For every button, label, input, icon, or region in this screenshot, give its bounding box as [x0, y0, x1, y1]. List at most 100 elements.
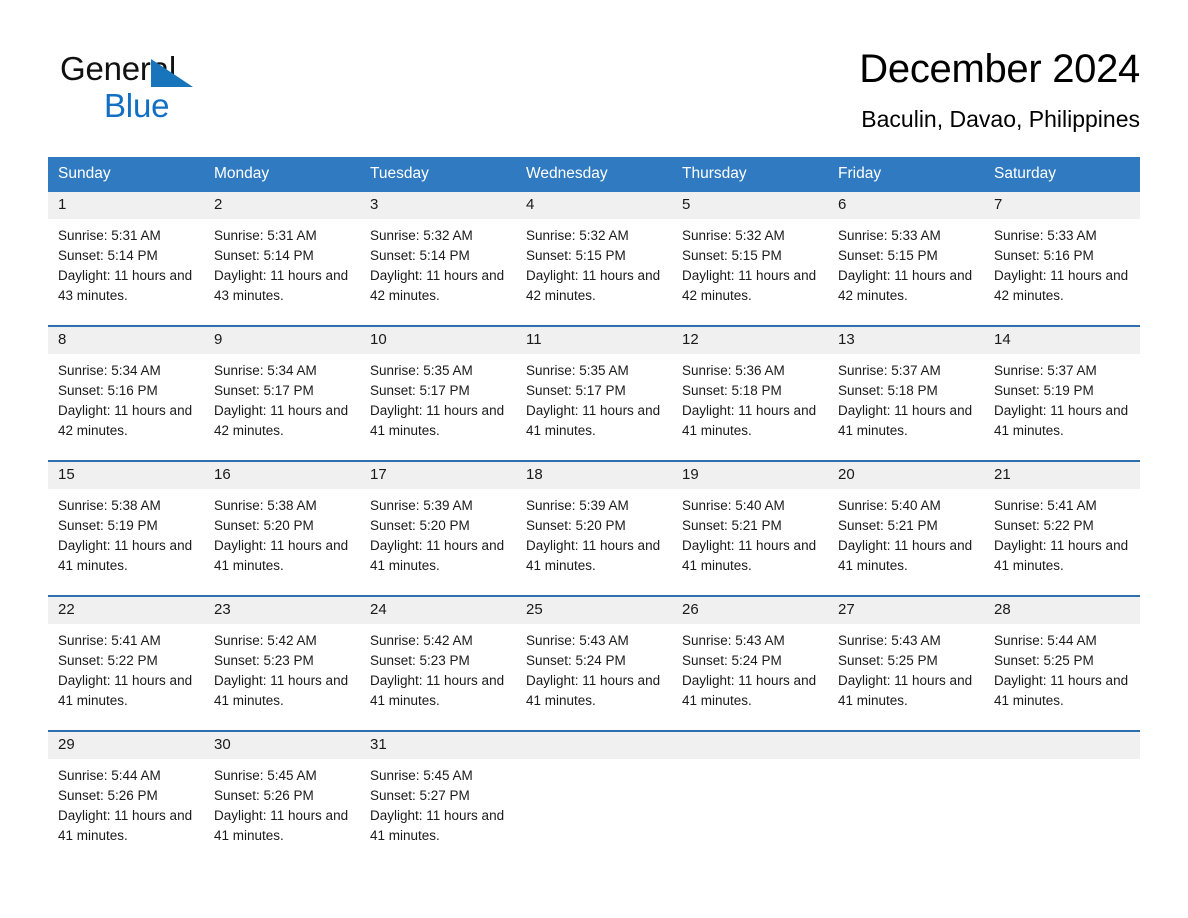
day-details: Sunrise: 5:34 AM Sunset: 5:17 PM Daylight:…	[204, 354, 360, 441]
calendar-day-cell[interactable]: 18 Sunrise: 5:39 AM Sunset: 5:20 PM Dayligh…	[516, 460, 672, 596]
weekday-header-wednesday: Wednesday	[516, 157, 672, 192]
day-details: Sunrise: 5:37 AM Sunset: 5:19 PM Daylight:…	[984, 354, 1140, 441]
calendar-day-cell[interactable]: 17 Sunrise: 5:39 AM Sunset: 5:20 PM Dayligh…	[360, 460, 516, 596]
day-number: 14	[984, 327, 1140, 354]
sunset-text: Sunset: 5:17 PM	[370, 383, 470, 398]
day-number: 21	[984, 462, 1140, 489]
sunrise-text: Sunrise: 5:40 AM	[682, 498, 785, 513]
day-number: 6	[828, 192, 984, 219]
calendar-page: General Blue December 2024 Baculin, Dava…	[0, 0, 1188, 918]
daylight-text: Daylight: 11 hours and 41 minutes.	[58, 808, 193, 843]
day-number: 28	[984, 597, 1140, 624]
day-number: 16	[204, 462, 360, 489]
day-details: Sunrise: 5:35 AM Sunset: 5:17 PM Daylight:…	[360, 354, 516, 441]
sunset-text: Sunset: 5:21 PM	[682, 518, 782, 533]
day-number: 1	[48, 192, 204, 219]
daylight-text: Daylight: 11 hours and 41 minutes.	[838, 673, 973, 708]
sunrise-text: Sunrise: 5:43 AM	[838, 633, 941, 648]
sunrise-text: Sunrise: 5:33 AM	[838, 228, 941, 243]
calendar-day-cell[interactable]: 8 Sunrise: 5:34 AM Sunset: 5:16 PM Daylight…	[48, 325, 204, 461]
calendar-day-cell[interactable]: 9 Sunrise: 5:34 AM Sunset: 5:17 PM Daylight…	[204, 325, 360, 461]
daylight-text: Daylight: 11 hours and 41 minutes.	[214, 808, 349, 843]
day-number: 23	[204, 597, 360, 624]
day-number: 11	[516, 327, 672, 354]
calendar-week-row: 8 Sunrise: 5:34 AM Sunset: 5:16 PM Daylight…	[48, 325, 1140, 461]
calendar-day-cell[interactable]: 7 Sunrise: 5:33 AM Sunset: 5:16 PM Daylight…	[984, 192, 1140, 326]
daylight-text: Daylight: 11 hours and 41 minutes.	[682, 538, 817, 573]
calendar-day-cell[interactable]: 10 Sunrise: 5:35 AM Sunset: 5:17 PM Dayligh…	[360, 325, 516, 461]
sunset-text: Sunset: 5:24 PM	[526, 653, 626, 668]
weekday-header-monday: Monday	[204, 157, 360, 192]
calendar-day-cell[interactable]: 1 Sunrise: 5:31 AM Sunset: 5:14 PM Daylight…	[48, 192, 204, 326]
sunset-text: Sunset: 5:26 PM	[58, 788, 158, 803]
daylight-text: Daylight: 11 hours and 41 minutes.	[994, 673, 1129, 708]
calendar-day-cell[interactable]: 16 Sunrise: 5:38 AM Sunset: 5:20 PM Dayligh…	[204, 460, 360, 596]
sunset-text: Sunset: 5:16 PM	[994, 248, 1094, 263]
day-details: Sunrise: 5:33 AM Sunset: 5:16 PM Daylight:…	[984, 219, 1140, 306]
daylight-text: Daylight: 11 hours and 41 minutes.	[526, 538, 661, 573]
sunset-text: Sunset: 5:27 PM	[370, 788, 470, 803]
calendar-day-cell[interactable]: 6 Sunrise: 5:33 AM Sunset: 5:15 PM Daylight…	[828, 192, 984, 326]
daylight-text: Daylight: 11 hours and 42 minutes.	[838, 268, 973, 303]
calendar-day-cell[interactable]: 15 Sunrise: 5:38 AM Sunset: 5:19 PM Dayligh…	[48, 460, 204, 596]
day-number: 19	[672, 462, 828, 489]
day-details: Sunrise: 5:43 AM Sunset: 5:24 PM Daylight:…	[516, 624, 672, 711]
day-number: 25	[516, 597, 672, 624]
sunrise-text: Sunrise: 5:43 AM	[526, 633, 629, 648]
daylight-text: Daylight: 11 hours and 41 minutes.	[58, 673, 193, 708]
calendar-day-cell[interactable]: 4 Sunrise: 5:32 AM Sunset: 5:15 PM Daylight…	[516, 192, 672, 326]
calendar-day-cell[interactable]: 29 Sunrise: 5:44 AM Sunset: 5:26 PM Dayligh…	[48, 730, 204, 865]
calendar-day-cell[interactable]: 2 Sunrise: 5:31 AM Sunset: 5:14 PM Daylight…	[204, 192, 360, 326]
calendar-day-cell[interactable]: 26 Sunrise: 5:43 AM Sunset: 5:24 PM Dayligh…	[672, 595, 828, 731]
sunrise-text: Sunrise: 5:37 AM	[994, 363, 1097, 378]
calendar-day-cell[interactable]: 30 Sunrise: 5:45 AM Sunset: 5:26 PM Dayligh…	[204, 730, 360, 865]
day-details	[672, 759, 828, 766]
calendar-day-cell[interactable]: 22 Sunrise: 5:41 AM Sunset: 5:22 PM Dayligh…	[48, 595, 204, 731]
sunset-text: Sunset: 5:23 PM	[370, 653, 470, 668]
calendar-day-cell[interactable]: 11 Sunrise: 5:35 AM Sunset: 5:17 PM Dayligh…	[516, 325, 672, 461]
weekday-header-tuesday: Tuesday	[360, 157, 516, 192]
calendar-day-cell[interactable]: 23 Sunrise: 5:42 AM Sunset: 5:23 PM Dayligh…	[204, 595, 360, 731]
day-number: 3	[360, 192, 516, 219]
sunset-text: Sunset: 5:26 PM	[214, 788, 314, 803]
calendar-day-cell[interactable]: 12 Sunrise: 5:36 AM Sunset: 5:18 PM Dayligh…	[672, 325, 828, 461]
day-details	[828, 759, 984, 766]
sunrise-text: Sunrise: 5:40 AM	[838, 498, 941, 513]
calendar-day-cell[interactable]: 25 Sunrise: 5:43 AM Sunset: 5:24 PM Dayligh…	[516, 595, 672, 731]
calendar-day-cell[interactable]: 19 Sunrise: 5:40 AM Sunset: 5:21 PM Dayligh…	[672, 460, 828, 596]
day-details: Sunrise: 5:38 AM Sunset: 5:20 PM Daylight:…	[204, 489, 360, 576]
calendar-day-cell-empty	[828, 730, 984, 865]
calendar-day-cell[interactable]: 14 Sunrise: 5:37 AM Sunset: 5:19 PM Dayligh…	[984, 325, 1140, 461]
calendar-header-row: Sunday Monday Tuesday Wednesday Thursday…	[48, 157, 1140, 192]
calendar-week-row: 29 Sunrise: 5:44 AM Sunset: 5:26 PM Dayligh…	[48, 730, 1140, 865]
sunrise-text: Sunrise: 5:38 AM	[214, 498, 317, 513]
day-number: 13	[828, 327, 984, 354]
weekday-header-friday: Friday	[828, 157, 984, 192]
calendar-day-cell[interactable]: 21 Sunrise: 5:41 AM Sunset: 5:22 PM Dayligh…	[984, 460, 1140, 596]
day-details: Sunrise: 5:35 AM Sunset: 5:17 PM Daylight:…	[516, 354, 672, 441]
calendar-day-cell[interactable]: 31 Sunrise: 5:45 AM Sunset: 5:27 PM Dayligh…	[360, 730, 516, 865]
day-details: Sunrise: 5:40 AM Sunset: 5:21 PM Daylight:…	[672, 489, 828, 576]
sunrise-text: Sunrise: 5:32 AM	[526, 228, 629, 243]
day-number: 15	[48, 462, 204, 489]
calendar-day-cell[interactable]: 24 Sunrise: 5:42 AM Sunset: 5:23 PM Dayligh…	[360, 595, 516, 731]
day-number: 12	[672, 327, 828, 354]
daylight-text: Daylight: 11 hours and 41 minutes.	[526, 403, 661, 438]
logo-triangle-icon	[151, 59, 193, 87]
calendar-day-cell[interactable]: 20 Sunrise: 5:40 AM Sunset: 5:21 PM Dayligh…	[828, 460, 984, 596]
day-details: Sunrise: 5:43 AM Sunset: 5:25 PM Daylight:…	[828, 624, 984, 711]
sunset-text: Sunset: 5:17 PM	[214, 383, 314, 398]
calendar-day-cell[interactable]: 3 Sunrise: 5:32 AM Sunset: 5:14 PM Daylight…	[360, 192, 516, 326]
day-details	[984, 759, 1140, 766]
calendar-day-cell[interactable]: 13 Sunrise: 5:37 AM Sunset: 5:18 PM Dayligh…	[828, 325, 984, 461]
calendar-day-cell[interactable]: 5 Sunrise: 5:32 AM Sunset: 5:15 PM Daylight…	[672, 192, 828, 326]
calendar-day-cell[interactable]: 28 Sunrise: 5:44 AM Sunset: 5:25 PM Dayligh…	[984, 595, 1140, 731]
weekday-header-thursday: Thursday	[672, 157, 828, 192]
day-details: Sunrise: 5:44 AM Sunset: 5:25 PM Daylight:…	[984, 624, 1140, 711]
sunset-text: Sunset: 5:21 PM	[838, 518, 938, 533]
day-details: Sunrise: 5:40 AM Sunset: 5:21 PM Daylight:…	[828, 489, 984, 576]
daylight-text: Daylight: 11 hours and 41 minutes.	[838, 403, 973, 438]
general-blue-logo[interactable]: General Blue	[60, 52, 193, 122]
calendar-day-cell[interactable]: 27 Sunrise: 5:43 AM Sunset: 5:25 PM Dayligh…	[828, 595, 984, 731]
day-number: 2	[204, 192, 360, 219]
